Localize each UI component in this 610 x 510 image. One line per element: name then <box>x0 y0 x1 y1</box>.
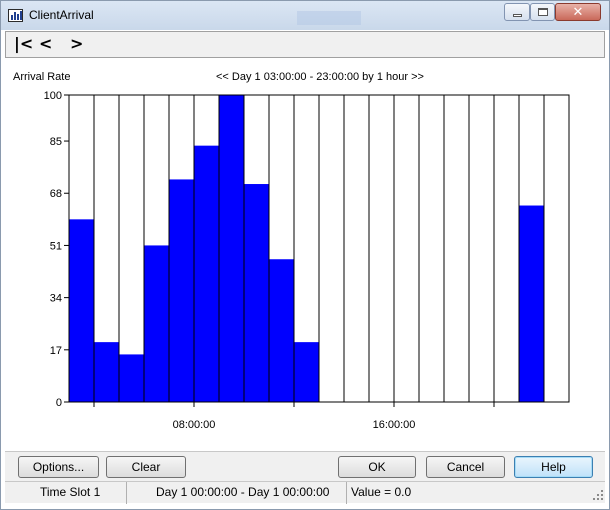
time-range-title[interactable]: << Day 1 03:00:00 - 23:00:00 by 1 hour >… <box>216 71 424 83</box>
resize-grip-icon[interactable] <box>593 490 603 502</box>
help-button[interactable]: Help <box>514 456 593 478</box>
bar-03[interactable] <box>69 219 94 402</box>
y-axis-title: Arrival Rate <box>13 71 71 83</box>
y-tick-label: 85 <box>50 136 62 148</box>
minimize-button[interactable] <box>504 3 530 21</box>
maximize-icon <box>537 8 548 16</box>
navigation-toolbar: |< < > <box>5 31 605 58</box>
bar-05[interactable] <box>119 354 144 402</box>
chart-app-icon <box>8 9 23 22</box>
previous-page-button[interactable]: < <box>39 34 52 54</box>
bar-11[interactable] <box>269 259 294 402</box>
button-bar: Options... Clear OK Cancel Help <box>5 451 605 481</box>
next-page-button[interactable]: > <box>70 34 83 54</box>
y-tick-label: 100 <box>44 90 62 102</box>
bar-10[interactable] <box>244 184 269 402</box>
y-tick-label: 51 <box>50 240 62 252</box>
close-button[interactable]: ✕ <box>555 3 601 21</box>
cancel-button[interactable]: Cancel <box>426 456 505 478</box>
bar-07[interactable] <box>169 179 194 402</box>
close-icon: ✕ <box>572 4 584 20</box>
bar-08[interactable] <box>194 145 219 402</box>
bar-09[interactable] <box>219 95 244 402</box>
y-tick-label: 0 <box>56 397 62 409</box>
status-bar: Time Slot 1 Day 1 00:00:00 - Day 1 00:00… <box>5 481 605 504</box>
first-page-button[interactable]: |< <box>14 34 33 54</box>
arrival-rate-chart[interactable]: 0 17 34 51 68 85 100 08:00:00 16:00:00 <box>1 86 610 436</box>
bar-21[interactable] <box>519 205 544 402</box>
bar-04[interactable] <box>94 342 119 402</box>
status-time-range: Day 1 00:00:00 - Day 1 00:00:00 <box>127 482 347 504</box>
window-title: ClientArrival <box>29 8 94 22</box>
x-tick-label: 08:00:00 <box>173 419 216 431</box>
minimize-icon <box>512 13 522 17</box>
maximize-button[interactable] <box>530 3 555 21</box>
clear-button[interactable]: Clear <box>106 456 186 478</box>
y-tick-label: 68 <box>50 188 62 200</box>
options-button[interactable]: Options... <box>18 456 99 478</box>
y-tick-label: 34 <box>50 293 62 305</box>
ok-button[interactable]: OK <box>338 456 416 478</box>
x-tick-label: 16:00:00 <box>373 419 416 431</box>
bar-12[interactable] <box>294 342 319 402</box>
title-bar: ClientArrival ✕ <box>1 1 609 30</box>
y-tick-label: 17 <box>50 345 62 357</box>
bar-06[interactable] <box>144 245 169 402</box>
client-arrival-window: ClientArrival ✕ |< < > Arrival Rate << D… <box>0 0 610 510</box>
status-time-slot: Time Slot 1 <box>5 482 127 504</box>
status-value: Value = 0.0 <box>351 485 412 499</box>
